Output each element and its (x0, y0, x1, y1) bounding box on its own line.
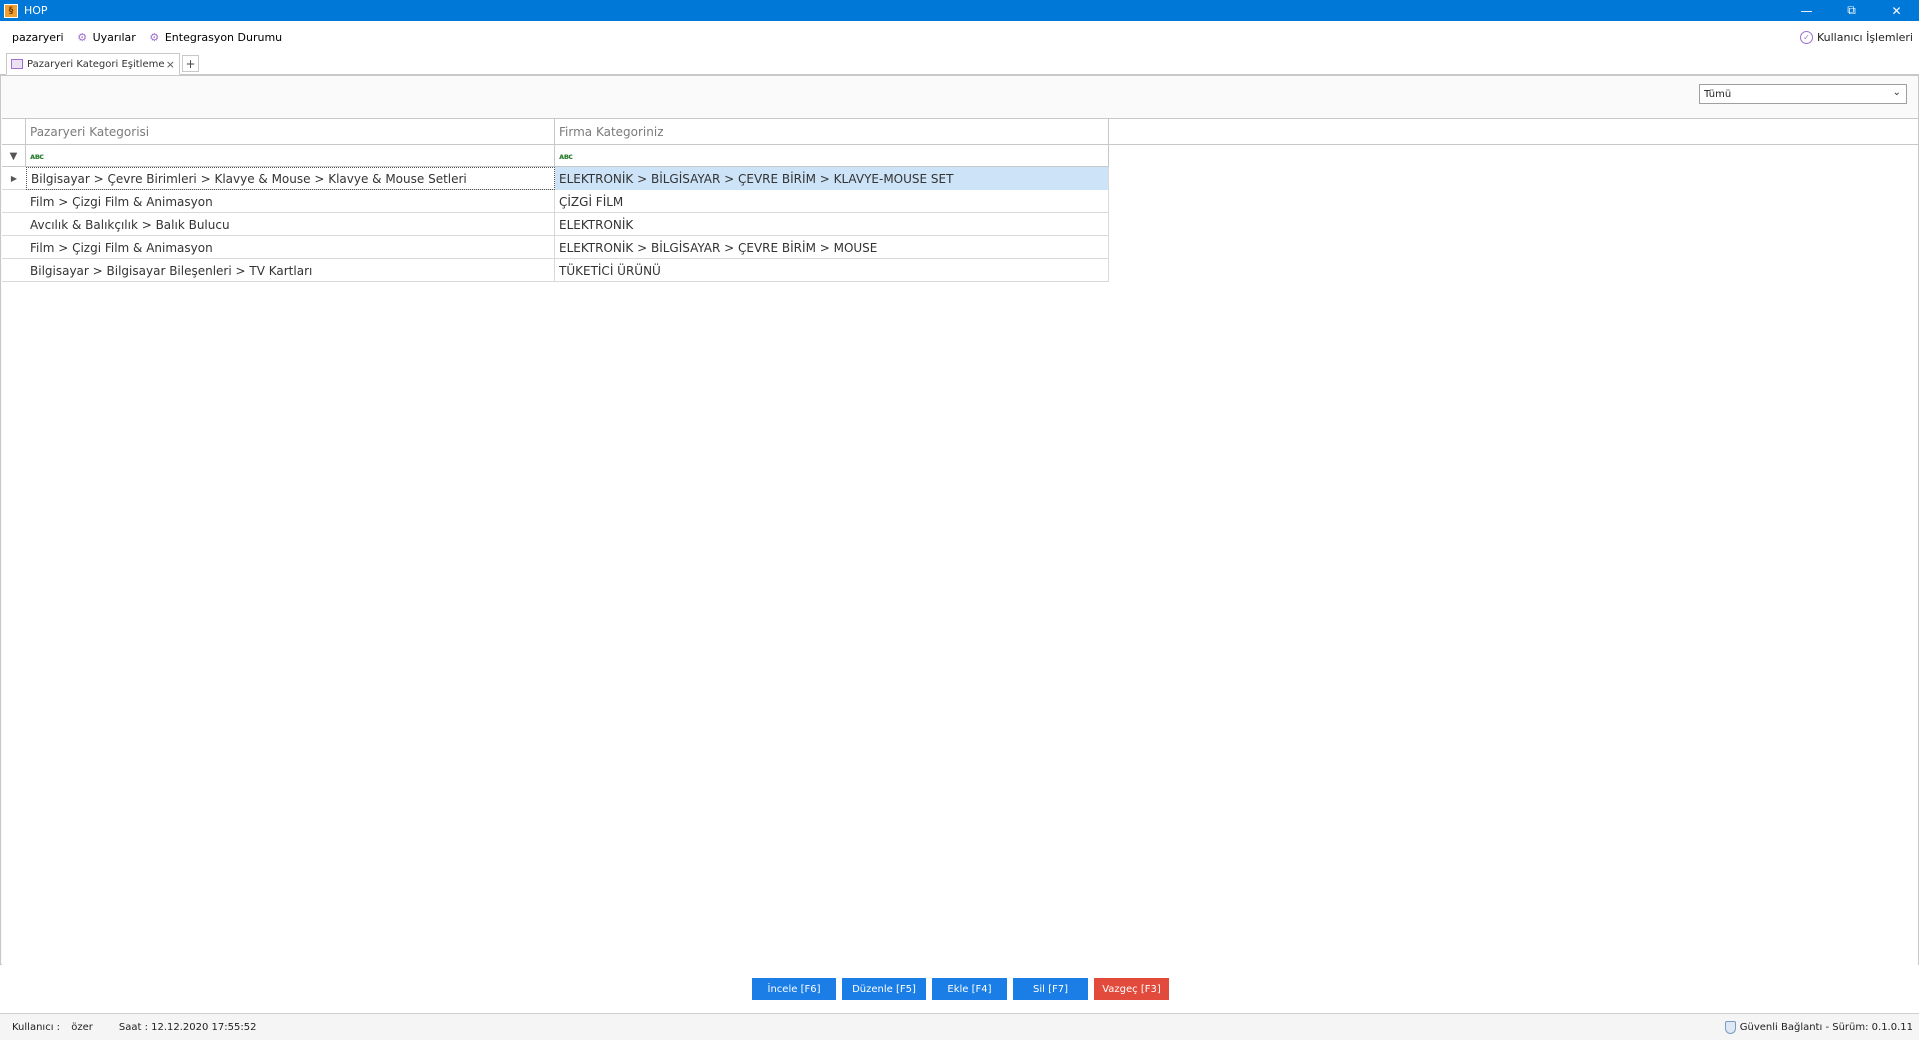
cell-pazaryeri[interactable]: Bilgisayar > Çevre Birimleri > Klavye & … (26, 167, 555, 190)
table-row[interactable]: Film > Çizgi Film & Animasyon ELEKTRONİK… (2, 236, 1109, 259)
cell-firma[interactable]: ELEKTRONİK (555, 213, 1109, 236)
duzenle-button[interactable]: Düzenle [F5] (842, 978, 926, 1000)
category-grid: Pazaryeri Kategorisi Firma Kategoriniz ▼… (2, 118, 1918, 965)
filter-icon: ▼ (2, 145, 26, 167)
menu-item-entegrasyon[interactable]: ⚙ Entegrasyon Durumu (148, 31, 282, 44)
table-row[interactable]: ▶ Bilgisayar > Çevre Birimleri > Klavye … (2, 167, 1109, 190)
cell-firma[interactable]: TÜKETİCİ ÜRÜNÜ (555, 259, 1109, 282)
grid-icon (11, 59, 23, 69)
user-ops-menu[interactable]: ✓ Kullanıcı İşlemleri (1799, 21, 1913, 53)
cell-firma[interactable]: ÇİZGİ FİLM (555, 190, 1109, 213)
action-bar: İncele [F6] Düzenle [F5] Ekle [F4] Sil [… (0, 965, 1919, 1014)
text-filter-icon: ᴀʙc (30, 151, 44, 161)
tab-pazaryeri-kategori[interactable]: Pazaryeri Kategori Eşitleme × (6, 53, 180, 75)
add-tab-button[interactable]: + (182, 55, 199, 72)
user-ops-label: Kullanıcı İşlemleri (1816, 30, 1913, 44)
user-label: Kullanıcı : (12, 1021, 61, 1033)
tab-label: Pazaryeri Kategori Eşitleme (27, 58, 165, 70)
row-indicator-icon: ▶ (10, 174, 18, 183)
title-bar: § HOP — ⧉ ✕ (0, 0, 1919, 21)
cell-pazaryeri[interactable]: Film > Çizgi Film & Animasyon (26, 190, 555, 213)
user-status: Kullanıcı : özer (12, 1022, 93, 1033)
integration-icon: ⚙ (149, 30, 160, 44)
chevron-down-icon: ⌄ (1892, 87, 1901, 98)
status-bar: Kullanıcı : özer Saat : 12.12.2020 17:55… (0, 1014, 1919, 1040)
dropdown-value: Tümü (1704, 88, 1732, 100)
content-area: Tümü ⌄ Pazaryeri Kategorisi Firma Katego… (0, 75, 1919, 965)
restore-icon[interactable]: ⧉ (1829, 0, 1874, 21)
connection-status: Güvenli Bağlantı - Sürüm: 0.1.0.11 (1724, 1014, 1913, 1040)
close-icon[interactable]: ✕ (1874, 0, 1919, 21)
filter-cell-firma[interactable]: ᴀʙc (555, 145, 1109, 167)
connection-label: Güvenli Bağlantı - Sürüm: 0.1.0.11 (1739, 1021, 1913, 1033)
window-title: HOP (24, 4, 48, 17)
text-filter-icon: ᴀʙc (559, 151, 573, 161)
auto-filter-row: ▼ ᴀʙc ᴀʙc (2, 145, 1109, 167)
menu-bar: pazaryeri ⚙ Uyarılar ⚙ Entegrasyon Durum… (0, 21, 1919, 53)
ekle-button[interactable]: Ekle [F4] (932, 978, 1007, 1000)
sil-button[interactable]: Sil [F7] (1013, 978, 1088, 1000)
row-indicator-header (2, 119, 26, 145)
user-name: özer (71, 1021, 93, 1033)
close-icon[interactable]: × (166, 58, 175, 71)
menu-item-pazaryeri[interactable]: pazaryeri (12, 31, 64, 44)
vazgec-button[interactable]: Vazgeç [F3] (1094, 978, 1169, 1000)
alerts-icon: ⚙ (77, 30, 88, 44)
table-row[interactable]: Film > Çizgi Film & Animasyon ÇİZGİ FİLM (2, 190, 1109, 213)
shield-icon (1724, 1020, 1736, 1034)
menu-item-label: Uyarılar (92, 30, 136, 44)
menu-item-uyarilar[interactable]: ⚙ Uyarılar (76, 31, 136, 44)
cell-firma[interactable]: ELEKTRONİK > BİLGİSAYAR > ÇEVRE BİRİM > … (555, 167, 1109, 190)
cell-firma[interactable]: ELEKTRONİK > BİLGİSAYAR > ÇEVRE BİRİM > … (555, 236, 1109, 259)
menu-item-label: pazaryeri (12, 30, 64, 44)
user-check-icon: ✓ (1799, 30, 1813, 44)
table-row[interactable]: Bilgisayar > Bilgisayar Bileşenleri > TV… (2, 259, 1109, 282)
menu-item-label: Entegrasyon Durumu (164, 30, 283, 44)
cell-pazaryeri[interactable]: Bilgisayar > Bilgisayar Bileşenleri > TV… (26, 259, 555, 282)
grid-header: Pazaryeri Kategorisi Firma Kategoriniz (2, 119, 1918, 145)
cell-pazaryeri[interactable]: Film > Çizgi Film & Animasyon (26, 236, 555, 259)
column-header-pazaryeri[interactable]: Pazaryeri Kategorisi (26, 119, 555, 145)
column-header-firma[interactable]: Firma Kategoriniz (555, 119, 1109, 145)
status-filter-dropdown[interactable]: Tümü ⌄ (1699, 84, 1907, 104)
document-tab-strip: Pazaryeri Kategori Eşitleme × + (0, 53, 1919, 75)
minimize-icon[interactable]: — (1784, 0, 1829, 21)
incele-button[interactable]: İncele [F6] (752, 978, 836, 1000)
hop-app-icon: § (4, 3, 18, 18)
window-controls: — ⧉ ✕ (1784, 0, 1919, 21)
clock-status: Saat : 12.12.2020 17:55:52 (118, 1021, 257, 1033)
cell-pazaryeri[interactable]: Avcılık & Balıkçılık > Balık Bulucu (26, 213, 555, 236)
filter-cell-pazaryeri[interactable]: ᴀʙc (26, 145, 555, 167)
table-row[interactable]: Avcılık & Balıkçılık > Balık Bulucu ELEK… (2, 213, 1109, 236)
